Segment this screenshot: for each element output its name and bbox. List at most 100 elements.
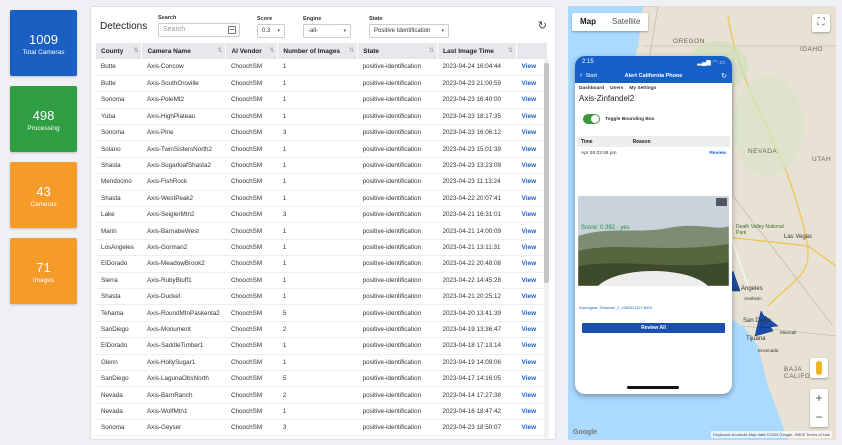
view-link[interactable]: View xyxy=(516,173,548,191)
menu-dashboard[interactable]: Dashboard xyxy=(579,86,604,91)
table-cell: Butte xyxy=(96,75,142,93)
map-label-idaho: IDAHO xyxy=(800,46,824,53)
table-cell: 2023-04-21 20:25:12 xyxy=(437,288,517,306)
sort-icon[interactable]: ⇅ xyxy=(508,47,513,54)
zoom-in-button[interactable]: + xyxy=(810,389,828,408)
view-link[interactable]: View xyxy=(516,190,548,208)
google-logo: Google xyxy=(573,429,598,436)
stat-card-total-cameras[interactable]: 1009 Total Cameras xyxy=(10,10,77,76)
table-cell: positive-identification xyxy=(357,140,438,158)
column-header[interactable]: Number of Images ⇅ xyxy=(277,43,359,59)
table-cell: 1 xyxy=(277,91,358,109)
view-link[interactable]: View xyxy=(516,288,548,306)
table-cell: Axis-Ducket xyxy=(141,288,226,306)
table-cell: ElDorado xyxy=(96,337,142,355)
table-cell: Axis-PoleMt2 xyxy=(141,91,226,109)
table-cell: 2023-04-23 15:01:39 xyxy=(437,140,517,158)
stat-card-processing[interactable]: 498 Processing xyxy=(10,86,77,152)
camera-image[interactable]: Score: 0.392 - yes xyxy=(578,196,729,286)
phone-title: Alert California Phone xyxy=(624,72,683,79)
view-link[interactable]: View xyxy=(516,75,548,93)
table-scrollbar[interactable] xyxy=(544,59,549,439)
column-header[interactable]: AI Vendor ⇅ xyxy=(225,43,279,59)
engine-value: -all- xyxy=(308,28,318,34)
table-row: Tehama Axis-RoundMtnPaskenta2 ChoochSM 5 pos… xyxy=(96,304,548,322)
review-link[interactable]: Review xyxy=(709,151,726,156)
table-cell: Nevada xyxy=(96,403,142,421)
state-select[interactable]: Positive Identification ▾ xyxy=(369,24,449,38)
menu-users[interactable]: Users xyxy=(610,86,623,91)
stat-value: 498 xyxy=(32,108,55,123)
column-header[interactable]: Camera Name ⇅ xyxy=(141,43,227,59)
state-value: Positive Identification xyxy=(374,28,431,34)
view-link[interactable]: View xyxy=(516,91,548,109)
table-row: ElDorado Axis-SaddleTimber1 ChoochSM 1 posit… xyxy=(96,337,548,355)
refresh-icon[interactable]: ↻ xyxy=(538,19,547,32)
view-link[interactable]: View xyxy=(516,419,548,437)
view-link[interactable]: View xyxy=(516,124,548,142)
table-row: Sierra Axis-RubyBluff1 ChoochSM 1 positive-i… xyxy=(96,272,548,289)
view-link[interactable]: View xyxy=(516,140,548,158)
sort-icon[interactable]: ⇅ xyxy=(349,47,354,54)
table-cell: 2023-04-23 11:13:24 xyxy=(437,173,517,191)
table-cell: positive-identification xyxy=(357,337,438,355)
zoom-out-button[interactable]: − xyxy=(810,408,828,427)
view-link[interactable]: View xyxy=(516,157,548,175)
map-attribution[interactable]: Keyboard shortcuts Map data ©2023 Google… xyxy=(711,431,832,438)
map-type-map[interactable]: Map xyxy=(572,13,604,31)
view-link[interactable]: View xyxy=(516,321,548,339)
column-header[interactable]: State ⇅ xyxy=(357,43,439,59)
stat-card-images[interactable]: 71 Images xyxy=(10,238,77,304)
column-header[interactable] xyxy=(516,43,549,59)
review-all-button[interactable]: Review All xyxy=(582,323,725,333)
view-link[interactable]: View xyxy=(516,59,548,76)
column-header[interactable]: County ⇅ xyxy=(96,43,143,59)
map-type-satellite[interactable]: Satellite xyxy=(604,13,648,31)
view-link[interactable]: View xyxy=(516,370,548,388)
view-link[interactable]: View xyxy=(516,386,548,404)
sort-icon[interactable]: ⇅ xyxy=(269,47,274,54)
table-cell: 2023-04-14 17:27:38 xyxy=(437,386,517,404)
table-cell: positive-identification xyxy=(357,354,438,371)
image-link[interactable]: Zoom/gear: Zinfandel_2_1682521327.8913 xyxy=(579,306,652,310)
bounding-box-toggle[interactable] xyxy=(583,114,600,124)
view-link[interactable]: View xyxy=(516,255,548,273)
score-select[interactable]: 0.3 ▾ xyxy=(257,24,285,38)
view-link[interactable]: View xyxy=(516,206,548,224)
stat-card-cameras[interactable]: 43 Cameras xyxy=(10,162,77,228)
table-cell: 2023-04-23 16:06:12 xyxy=(437,124,517,142)
detection-score: Score: 0.392 - yes xyxy=(581,225,630,231)
row-time: Apr 26 03:48 pm xyxy=(581,151,617,156)
table-cell: 1 xyxy=(277,239,358,257)
sort-icon[interactable]: ⇅ xyxy=(429,47,434,54)
search-input[interactable]: Search xyxy=(158,23,240,37)
map-city-anaheim: Anaheim xyxy=(744,296,762,301)
table-cell: Axis-LagunaObsNorth xyxy=(141,370,226,388)
view-link[interactable]: View xyxy=(516,272,548,289)
table-row: Sonoma Axis-PoleMt2 ChoochSM 1 positive-iden… xyxy=(96,91,548,109)
map-city-ensenada: Ensenada xyxy=(758,348,779,353)
table-row: Shasta Axis-Ducket ChoochSM 1 positive-ident… xyxy=(96,288,548,306)
scrollbar-thumb[interactable] xyxy=(544,63,549,283)
engine-select[interactable]: -all- ▾ xyxy=(303,24,351,38)
view-link[interactable]: View xyxy=(516,403,548,421)
menu-settings[interactable]: My Settings xyxy=(629,86,656,91)
street-view-icon[interactable] xyxy=(810,358,828,378)
view-link[interactable]: View xyxy=(516,354,548,371)
table-cell: Axis-SouthOroville xyxy=(141,75,226,93)
calendar-icon[interactable] xyxy=(228,26,236,34)
view-link[interactable]: View xyxy=(516,239,548,257)
fullscreen-icon[interactable]: ⛶ xyxy=(812,14,830,32)
view-link[interactable]: View xyxy=(516,108,548,126)
sort-icon[interactable]: ⇅ xyxy=(217,47,222,54)
table-cell: 1 xyxy=(277,255,358,273)
sort-icon[interactable]: ⇅ xyxy=(133,47,138,54)
map-city-tijuana: Tijuana xyxy=(746,336,766,342)
view-link[interactable]: View xyxy=(516,337,548,355)
table-cell: ChoochSM xyxy=(225,272,278,289)
score-value: 0.3 xyxy=(262,28,271,34)
map-city-las-vegas: Las Vegas xyxy=(784,234,813,240)
view-link[interactable]: View xyxy=(516,222,548,240)
column-header[interactable]: Last Image Time ⇅ xyxy=(437,43,517,59)
view-link[interactable]: View xyxy=(516,304,548,322)
